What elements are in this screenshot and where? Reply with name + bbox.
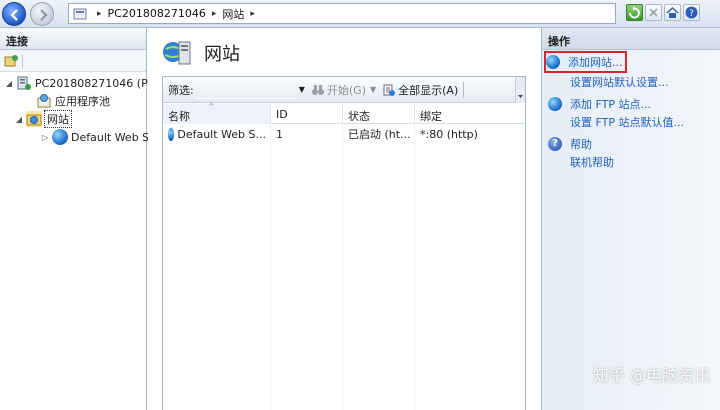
collapse-icon[interactable]: ◢ — [4, 79, 14, 88]
actions-pane: 操作 添加网站... 设置网站默认设置... 添加 FTP 站点... 设置 F… — [541, 28, 720, 410]
refresh-button[interactable] — [626, 4, 643, 21]
action-link: 添加 FTP 站点... — [570, 98, 651, 111]
column-divider — [414, 124, 415, 410]
sites-feature-pane: 网站 筛选: ▼ 开始(G) ▼ 全部显示(A) 名称 ^ ID 状态 绑定 D… — [148, 28, 537, 410]
breadcrumb-item-sites[interactable]: 网站 — [222, 6, 244, 22]
sort-ascending-icon: ^ — [208, 102, 215, 111]
table-row[interactable]: Default Web S... 1 已启动 (ht... *:80 (http… — [163, 125, 525, 143]
column-header-id[interactable]: ID — [271, 104, 343, 124]
arrow-left-icon — [10, 9, 18, 21]
binoculars-icon — [311, 84, 324, 95]
arrow-right-icon — [40, 9, 48, 21]
set-site-defaults-action[interactable]: 设置网站默认设置... — [570, 74, 669, 90]
actions-header: 操作 — [542, 28, 720, 50]
add-ftp-icon — [548, 97, 562, 111]
chevron-down-icon[interactable]: ▼ — [299, 85, 305, 94]
filter-input[interactable] — [195, 80, 298, 99]
column-header-label: 状态 — [348, 110, 370, 123]
app-pool-icon — [37, 94, 51, 108]
toolbar-divider — [463, 81, 465, 98]
show-all-label: 全部显示(A) — [398, 83, 459, 97]
address-bar: ▸ PC201808271046 ▸ 网站 ▸ ? — [0, 0, 720, 28]
back-button[interactable] — [2, 2, 26, 26]
start-filter-button[interactable]: 开始(G) — [311, 82, 366, 98]
add-ftp-site-action[interactable]: 添加 FTP 站点... — [548, 96, 651, 112]
action-link: 帮助 — [570, 138, 592, 151]
globe-icon — [168, 127, 175, 141]
connections-header: 连接 — [0, 28, 146, 50]
start-filter-label: 开始(G) — [326, 83, 366, 97]
breadcrumb-separator: ▸ — [211, 8, 217, 19]
filter-toolbar: 筛选: ▼ 开始(G) ▼ 全部显示(A) — [163, 77, 525, 103]
iis-icon — [73, 8, 87, 19]
connections-pane: 连接 ◢ PC201808271046 (PC 应用程序池 ◢ 网站 ▷ Def… — [0, 28, 155, 410]
breadcrumb[interactable]: ▸ PC201808271046 ▸ 网站 ▸ — [68, 3, 616, 24]
breadcrumb-separator: ▸ — [250, 8, 255, 19]
help-icon: ? — [685, 6, 698, 19]
tree-item-app-pools[interactable]: 应用程序池 — [24, 92, 110, 110]
column-header-label: ID — [276, 108, 288, 121]
tree-item-default-web-site[interactable]: ▷ Default Web S — [40, 128, 149, 146]
filter-label: 筛选: — [168, 83, 194, 97]
show-all-button[interactable]: 全部显示(A) — [382, 82, 458, 98]
help-action[interactable]: ? 帮助 — [548, 136, 592, 152]
column-header-label: 绑定 — [420, 110, 442, 123]
tree-item-server[interactable]: ◢ PC201808271046 (PC — [4, 74, 155, 92]
action-link: 添加网站... — [568, 56, 623, 69]
toolbar-divider — [22, 54, 23, 68]
set-ftp-defaults-action[interactable]: 设置 FTP 站点默认值... — [570, 114, 684, 130]
action-link: 设置网站默认设置... — [570, 76, 669, 89]
home-button[interactable] — [664, 4, 681, 21]
close-icon — [649, 8, 658, 17]
breadcrumb-item-server[interactable]: PC201808271046 — [108, 7, 206, 20]
tree-item-label: 应用程序池 — [55, 95, 110, 108]
add-site-icon — [546, 55, 560, 69]
help-menu-button[interactable]: ? — [683, 4, 700, 21]
cell-id: 1 — [276, 127, 283, 141]
tree-item-label: PC201808271046 (PC — [35, 76, 156, 90]
forward-button[interactable] — [30, 2, 54, 26]
globe-icon — [52, 129, 68, 145]
page-title: 网站 — [204, 44, 240, 65]
sites-folder-icon — [26, 111, 42, 127]
cell-name: Default Web S... — [163, 125, 271, 143]
help-icon: ? — [548, 137, 562, 151]
connections-toolbar — [0, 50, 146, 72]
online-help-action[interactable]: 联机帮助 — [570, 154, 614, 170]
action-link: 设置 FTP 站点默认值... — [570, 116, 684, 129]
column-header-binding[interactable]: 绑定 — [415, 104, 525, 124]
sites-icon — [163, 41, 191, 65]
toolbar-right: ? — [624, 4, 700, 21]
action-link: 联机帮助 — [570, 156, 614, 169]
expand-icon[interactable]: ▷ — [40, 133, 50, 142]
watermark: 知乎 @电脑资讯 — [592, 366, 710, 385]
column-header-status[interactable]: 状态 — [343, 104, 415, 124]
page-header: 网站 — [148, 28, 537, 76]
breadcrumb-separator: ▸ — [97, 8, 102, 19]
sites-list-panel: 筛选: ▼ 开始(G) ▼ 全部显示(A) 名称 ^ ID 状态 绑定 Defa… — [162, 76, 526, 410]
connect-icon[interactable] — [4, 54, 18, 68]
tree-item-sites[interactable]: ◢ 网站 — [14, 110, 72, 128]
cell-status: 已启动 (ht... — [348, 128, 411, 141]
collapse-icon[interactable]: ◢ — [14, 115, 24, 124]
tree-item-label: 网站 — [44, 110, 72, 128]
chevron-down-icon[interactable]: ▼ — [370, 85, 376, 94]
cell-binding: *:80 (http) — [420, 127, 478, 141]
column-header-name[interactable]: 名称 ^ — [163, 102, 271, 124]
svg-text:?: ? — [689, 9, 694, 19]
tree-item-label: Default Web S — [71, 130, 150, 144]
column-divider — [270, 124, 271, 410]
show-all-icon — [383, 84, 396, 96]
refresh-icon — [629, 6, 640, 19]
toolbar-overflow-button[interactable] — [515, 77, 525, 103]
home-icon — [666, 6, 679, 18]
cell-text: Default Web S... — [177, 127, 266, 141]
add-site-action[interactable]: 添加网站... — [544, 51, 627, 73]
column-divider — [342, 124, 343, 410]
stop-button[interactable] — [645, 4, 662, 21]
chevron-down-icon — [518, 95, 523, 98]
column-header-label: 名称 — [168, 110, 190, 123]
table-header: 名称 ^ ID 状态 绑定 — [163, 102, 525, 124]
server-icon — [17, 76, 31, 90]
